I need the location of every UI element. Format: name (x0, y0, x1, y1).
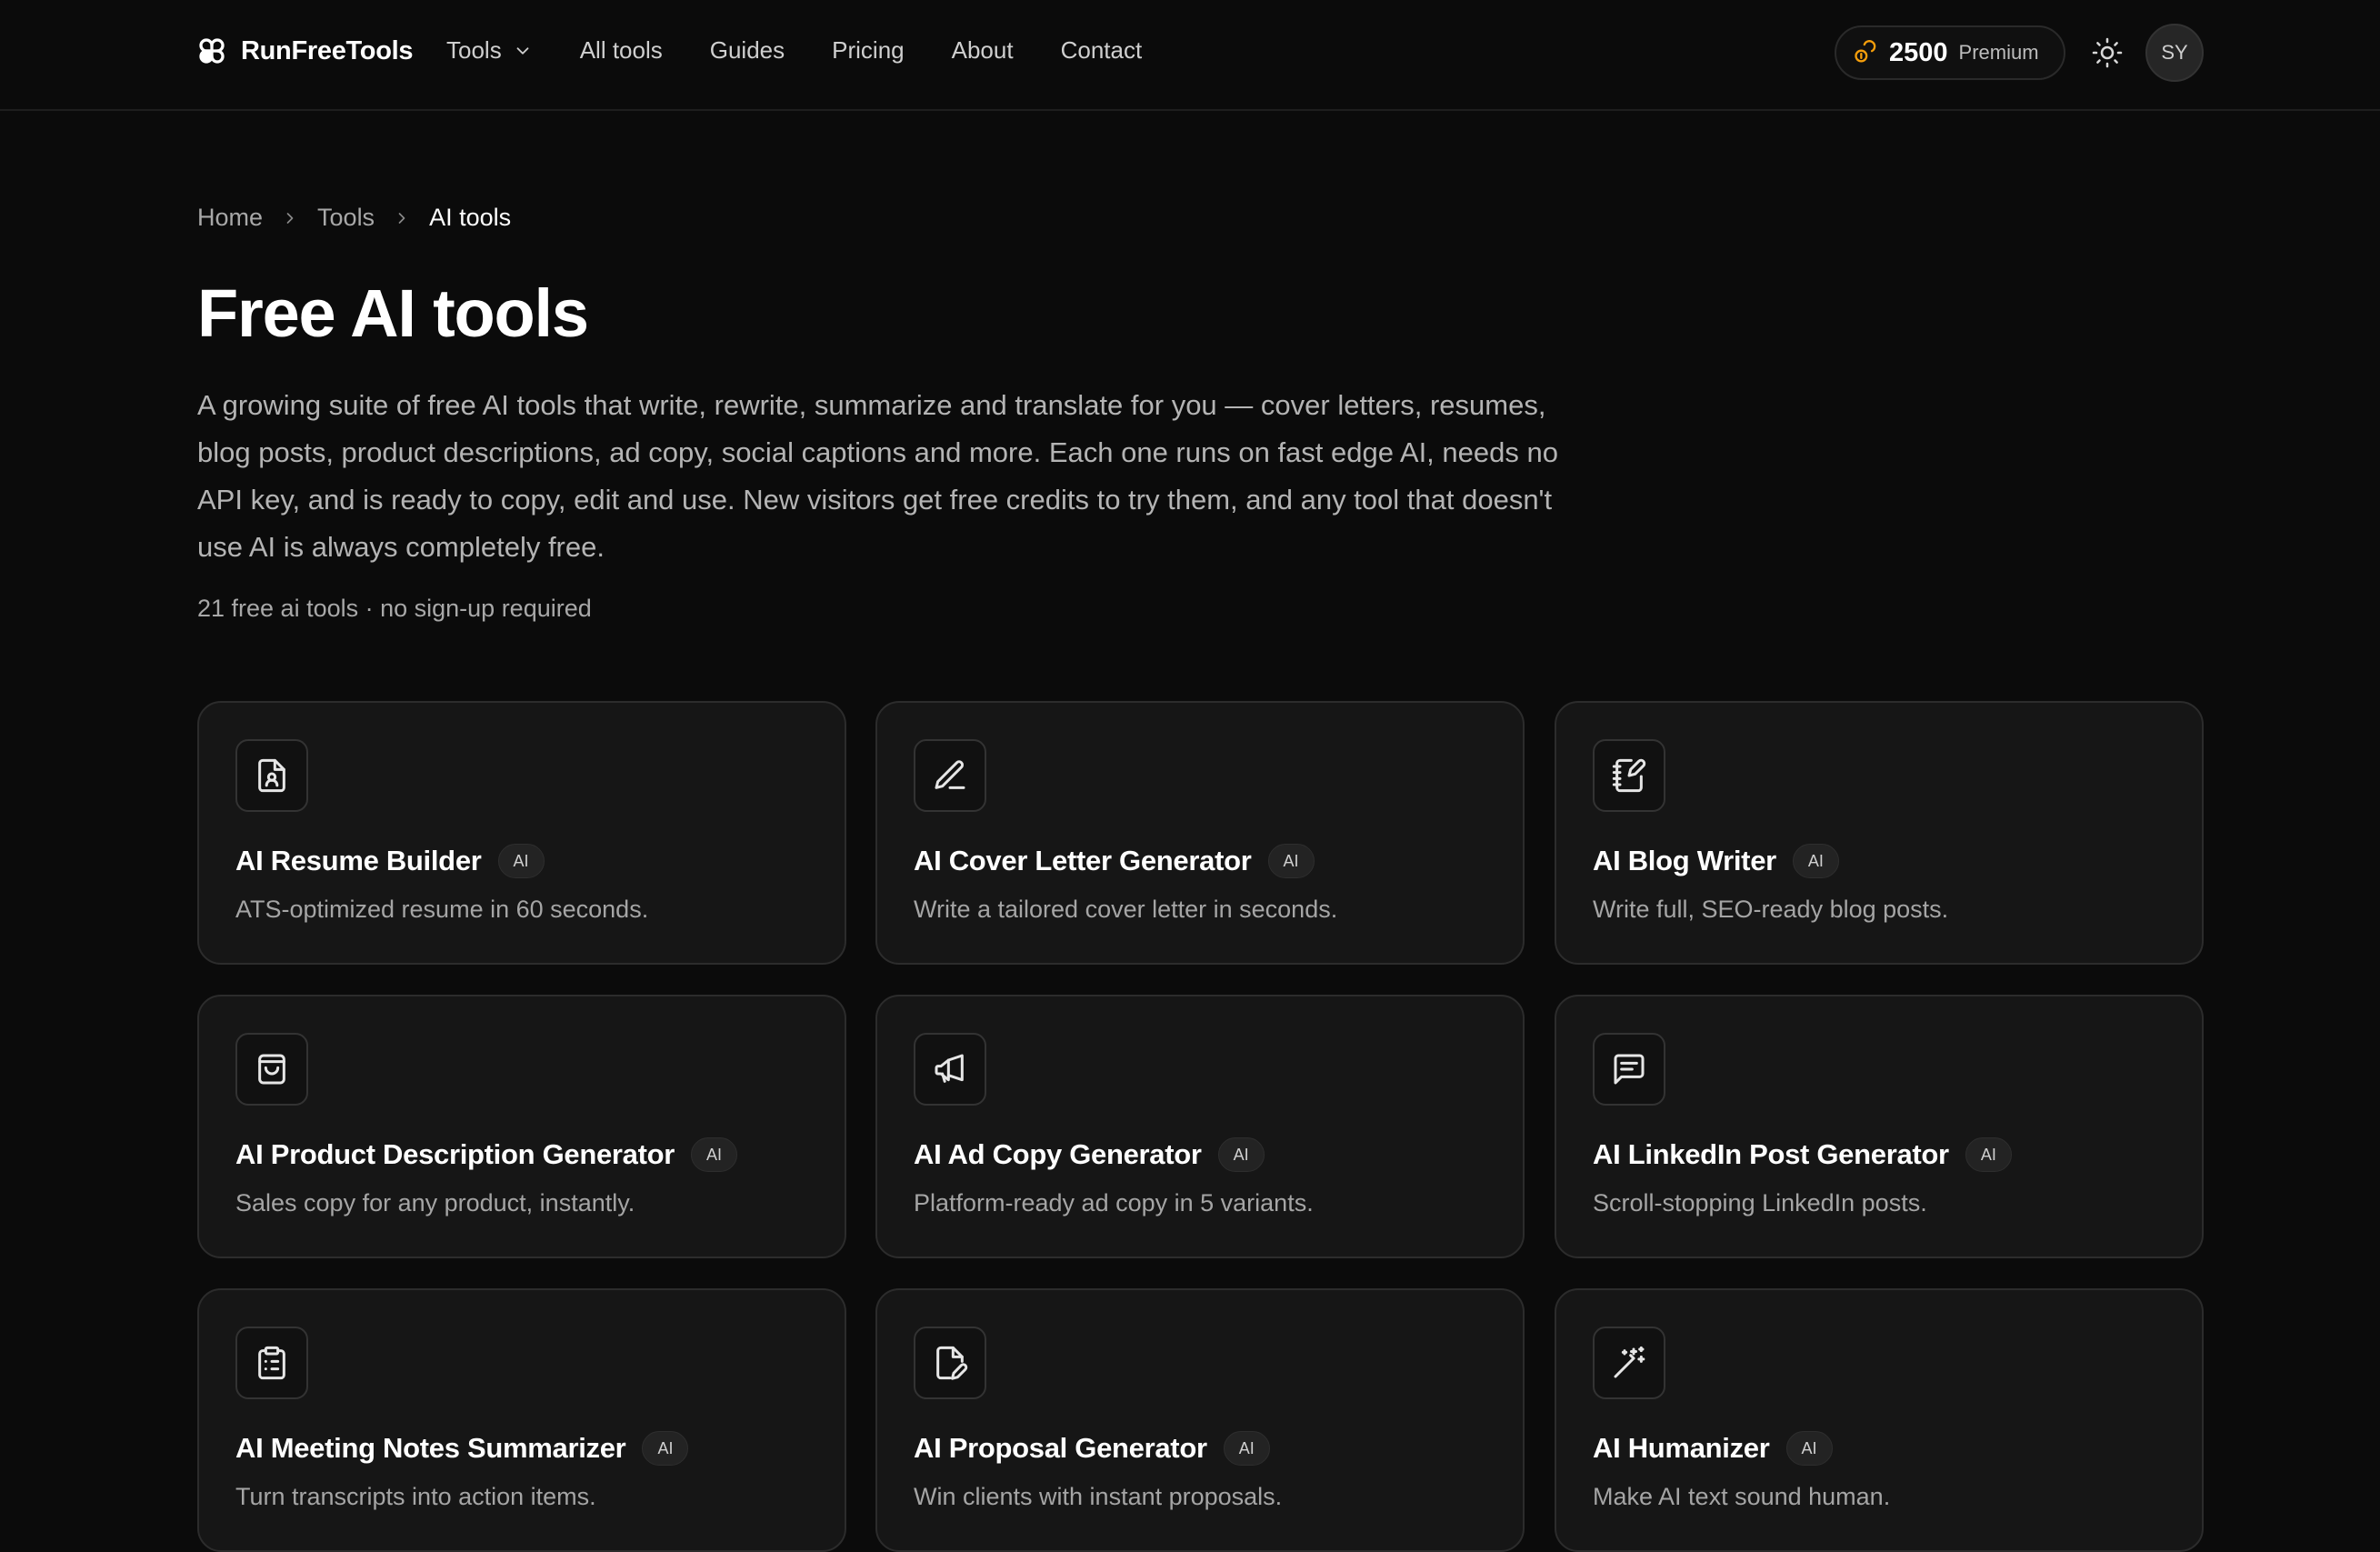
tool-description: Scroll-stopping LinkedIn posts. (1593, 1189, 1927, 1217)
credits-balance-button[interactable]: 2500 Premium (1835, 25, 2065, 80)
tool-description: Turn transcripts into action items. (235, 1483, 596, 1510)
tool-title: AI Meeting Notes Summarizer (235, 1432, 626, 1464)
nav-about[interactable]: About (952, 36, 1014, 65)
nav-guides[interactable]: Guides (710, 36, 785, 65)
sun-icon (2092, 37, 2123, 68)
nav-all-tools[interactable]: All tools (580, 36, 663, 65)
tool-card-ai-blog-writer[interactable]: AI Blog Writer AI Write full, SEO-ready … (1555, 701, 2204, 965)
ai-badge: AI (1217, 1137, 1265, 1172)
shopping-bag-icon (258, 1054, 285, 1085)
brand-mark-icon (199, 38, 225, 64)
tool-card-ai-meeting-notes-summarizer[interactable]: AI Meeting Notes Summarizer AI Turn tran… (197, 1288, 846, 1552)
tool-card-ai-resume-builder[interactable]: AI Resume Builder AI ATS-optimized resum… (197, 701, 846, 965)
nav-tools-dropdown[interactable]: Tools (446, 36, 533, 65)
tool-count-meta: 21 free ai tools · no sign-up required (197, 595, 592, 622)
user-avatar[interactable]: SY (2145, 24, 2204, 82)
tool-description: Make AI text sound human. (1593, 1483, 1891, 1510)
nav-pricing[interactable]: Pricing (832, 36, 904, 65)
ai-badge: AI (1785, 1431, 1833, 1466)
breadcrumb-tools[interactable]: Tools (317, 204, 375, 232)
nav-contact[interactable]: Contact (1061, 36, 1143, 65)
tool-title: AI Blog Writer (1593, 845, 1776, 876)
megaphone-icon (935, 1054, 964, 1083)
tool-description: Platform-ready ad copy in 5 variants. (914, 1189, 1314, 1217)
chevron-down-icon (516, 46, 529, 55)
chevron-right-icon (398, 212, 405, 224)
breadcrumb-home[interactable]: Home (197, 204, 263, 232)
page-title: Free AI tools (197, 275, 589, 351)
tool-card-ai-humanizer[interactable]: AI Humanizer AI Make AI text sound human… (1555, 1288, 2204, 1552)
tool-card-ai-linkedin-post-generator[interactable]: AI LinkedIn Post Generator AI Scroll-sto… (1555, 995, 2204, 1258)
tool-card-ai-product-description-generator[interactable]: AI Product Description Generator AI Sale… (197, 995, 846, 1258)
ai-badge: AI (642, 1431, 689, 1466)
tool-description: ATS-optimized resume in 60 seconds. (235, 896, 649, 923)
brand-name: RunFreeTools (241, 35, 414, 65)
nav-tools-label: Tools (446, 36, 502, 64)
tool-description: Sales copy for any product, instantly. (235, 1189, 635, 1217)
tool-description: Win clients with instant proposals. (914, 1483, 1283, 1510)
tool-card-ai-cover-letter-generator[interactable]: AI Cover Letter Generator AI Write a tai… (875, 701, 1525, 965)
resume-icon (258, 758, 285, 793)
page-intro: A growing suite of free AI tools that wr… (197, 389, 1558, 563)
credits-amount: 2500 (1889, 37, 1948, 67)
tool-description: Write a tailored cover letter in seconds… (914, 896, 1338, 923)
tool-card-ai-ad-copy-generator[interactable]: AI Ad Copy Generator AI Platform-ready a… (875, 995, 1525, 1258)
ai-badge: AI (1223, 1431, 1270, 1466)
breadcrumb-current: AI tools (429, 204, 512, 231)
tool-title: AI LinkedIn Post Generator (1593, 1138, 1949, 1170)
tool-title: AI Proposal Generator (914, 1432, 1207, 1464)
tool-card-ai-proposal-generator[interactable]: AI Proposal Generator AI Win clients wit… (875, 1288, 1525, 1552)
top-navigation-bar: RunFreeTools Tools All tools Guides Pric… (0, 0, 2380, 111)
plan-tier-label: Premium (1958, 41, 2039, 64)
coins-icon (1855, 40, 1876, 63)
magic-wand-icon (1614, 1346, 1645, 1378)
ai-badge: AI (1965, 1137, 2012, 1172)
tool-title: AI Resume Builder (235, 845, 482, 876)
tool-description: Write full, SEO-ready blog posts. (1593, 896, 1949, 923)
tool-title: AI Humanizer (1593, 1432, 1770, 1464)
ai-badge: AI (1267, 844, 1315, 878)
ai-badge: AI (691, 1137, 738, 1172)
file-pen-icon (936, 1346, 968, 1380)
tool-title: AI Cover Letter Generator (914, 845, 1252, 876)
notebook-pen-icon (1612, 758, 1646, 793)
pen-icon (935, 760, 965, 789)
tool-title: AI Product Description Generator (235, 1138, 675, 1170)
ai-badge: AI (497, 844, 545, 878)
clipboard-list-icon (258, 1346, 285, 1380)
tool-title: AI Ad Copy Generator (914, 1138, 1202, 1170)
theme-toggle-button[interactable] (2087, 33, 2127, 73)
main-nav: Tools All tools Guides Pricing About Con… (446, 36, 1189, 65)
brand-logo-link[interactable]: RunFreeTools (195, 35, 414, 67)
chevron-right-icon (286, 212, 294, 224)
message-square-text-icon (1614, 1054, 1645, 1085)
breadcrumb: Home Tools AI tools (197, 204, 511, 232)
ai-badge: AI (1792, 844, 1839, 878)
